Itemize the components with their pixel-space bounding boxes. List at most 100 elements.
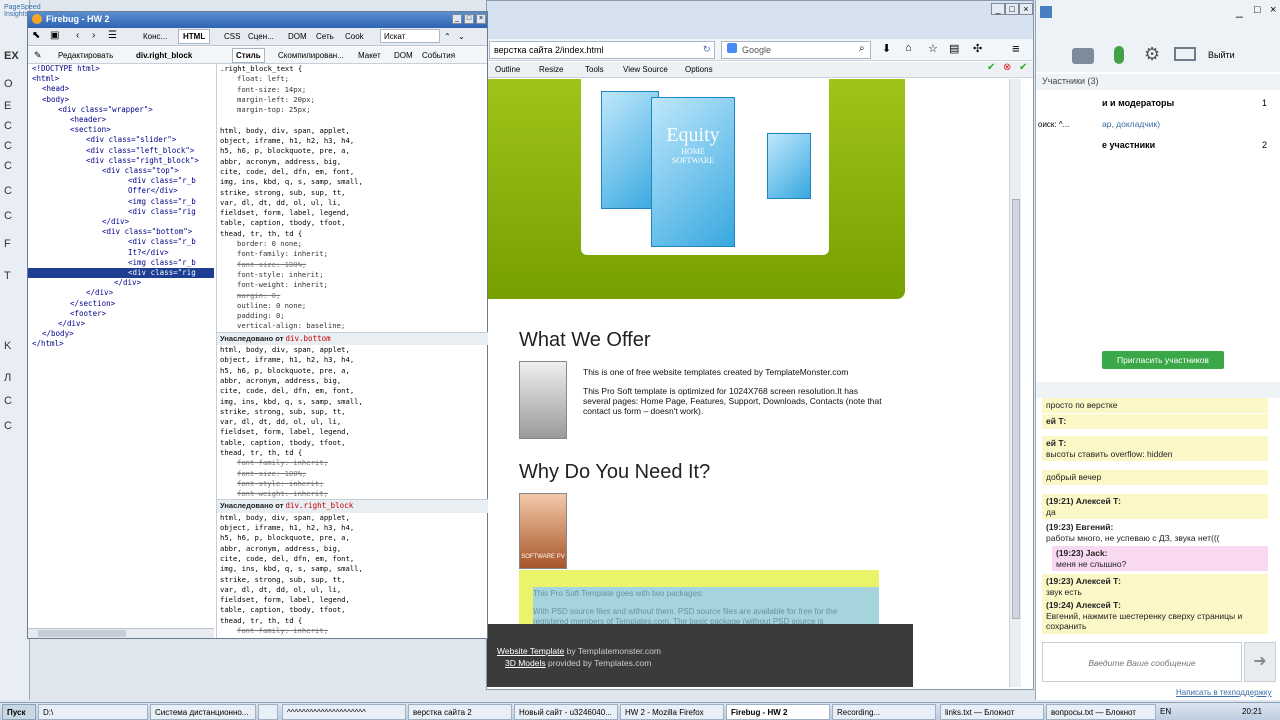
tree-node[interactable]: </section>: [28, 299, 214, 309]
back-icon[interactable]: ‹: [76, 30, 79, 41]
tab-css[interactable]: CSS: [224, 32, 240, 41]
tree-node[interactable]: </body>: [28, 329, 214, 339]
tree-node[interactable]: <div class="bottom">: [28, 227, 214, 237]
search-icon[interactable]: ⌕: [859, 43, 865, 54]
scrollbar-thumb[interactable]: [38, 630, 126, 637]
close-icon[interactable]: ×: [1019, 3, 1033, 15]
taskbar-item[interactable]: верстка сайта 2: [408, 704, 512, 720]
tree-node[interactable]: </div>: [28, 217, 214, 227]
invite-participants-button[interactable]: Пригласить участников: [1102, 351, 1224, 369]
tab-style[interactable]: Стиль: [232, 48, 265, 63]
edit-button[interactable]: Редактировать: [58, 51, 113, 60]
exit-button[interactable]: Выйти: [1208, 50, 1235, 60]
error-icon[interactable]: ⊗: [1003, 62, 1011, 73]
tab-dom[interactable]: DOM: [288, 32, 307, 41]
gear-icon[interactable]: ⚙: [1144, 44, 1160, 65]
tree-node[interactable]: <section>: [28, 125, 214, 135]
taskbar-item[interactable]: [258, 704, 278, 720]
tab-dom-side[interactable]: DOM: [394, 51, 413, 60]
bookmark-star-icon[interactable]: ☆: [928, 42, 938, 55]
tree-node[interactable]: <!DOCTYPE html>: [28, 64, 214, 74]
minimize-icon[interactable]: _: [991, 3, 1005, 15]
download-icon[interactable]: ⬇: [882, 42, 891, 55]
tree-node[interactable]: </html>: [28, 339, 214, 349]
tree-node[interactable]: <div class="rig: [28, 207, 214, 217]
tree-node[interactable]: <div class="wrapper">: [28, 105, 214, 115]
options-menu[interactable]: Options: [685, 65, 713, 74]
forward-icon[interactable]: ›: [92, 30, 95, 41]
tab-html[interactable]: HTML: [178, 29, 211, 44]
tree-node[interactable]: <div class="top">: [28, 166, 214, 176]
taskbar-item[interactable]: ^^^^^^^^^^^^^^^^^^^^^: [282, 704, 406, 720]
filter-input[interactable]: оиск: ^...: [1038, 120, 1088, 129]
chevron-up-icon[interactable]: ⌃: [444, 32, 451, 41]
maximize-icon[interactable]: □: [1005, 3, 1019, 15]
tree-node[interactable]: <div class="left_block">: [28, 146, 214, 156]
tab-computed[interactable]: Скомпилирован...: [278, 51, 344, 60]
language-indicator[interactable]: EN: [1160, 707, 1171, 716]
tree-node[interactable]: <div class="r_b: [28, 237, 214, 247]
taskbar-item[interactable]: links.txt — Блокнот: [940, 704, 1044, 720]
taskbar-item[interactable]: D:\: [38, 704, 148, 720]
tab-cookies[interactable]: Cook: [345, 32, 364, 41]
scrollbar-thumb[interactable]: [1012, 199, 1020, 619]
reload-icon[interactable]: ↻: [703, 44, 711, 55]
minimize-icon[interactable]: _: [1236, 4, 1243, 18]
tree-node[interactable]: </div>: [28, 319, 214, 329]
chevron-down-icon[interactable]: ⌄: [458, 32, 465, 41]
3d-models-link[interactable]: 3D Models: [505, 658, 546, 668]
page-scrollbar[interactable]: [1009, 79, 1021, 687]
list-icon[interactable]: ☰: [108, 30, 117, 41]
close-icon[interactable]: ×: [476, 14, 486, 24]
ok-icon[interactable]: ✔: [1019, 62, 1027, 73]
tab-net[interactable]: Сеть: [316, 32, 334, 41]
minimize-icon[interactable]: _: [452, 14, 462, 24]
taskbar-item[interactable]: HW 2 - Mozilla Firefox: [620, 704, 724, 720]
message-input[interactable]: Введите Ваше сообщение: [1042, 642, 1242, 682]
tree-node[interactable]: </div>: [28, 278, 214, 288]
menu-icon[interactable]: ≡: [1012, 41, 1020, 56]
search-input[interactable]: Искат: [380, 29, 440, 43]
tree-node[interactable]: <div class="slider">: [28, 135, 214, 145]
microphone-icon[interactable]: [1114, 46, 1124, 64]
taskbar-item[interactable]: Новый сайт - u3246040...: [514, 704, 618, 720]
tree-node[interactable]: </div>: [28, 288, 214, 298]
breadcrumb[interactable]: div.right_block: [136, 51, 192, 60]
tree-node[interactable]: <img class="r_b: [28, 197, 214, 207]
tree-node[interactable]: <html>: [28, 74, 214, 84]
tree-hscrollbar[interactable]: [28, 628, 214, 638]
camera-icon[interactable]: [1072, 48, 1094, 64]
tree-node[interactable]: It?</div>: [28, 248, 214, 258]
tree-node[interactable]: <div class="r_b: [28, 176, 214, 186]
tech-support-link[interactable]: Написать в техподдержку: [1176, 688, 1271, 697]
tree-node[interactable]: <img class="r_b: [28, 258, 214, 268]
inspect-icon[interactable]: ⬉: [32, 30, 40, 41]
send-icon[interactable]: ➜: [1244, 642, 1276, 682]
maximize-icon[interactable]: □: [464, 14, 474, 24]
tree-node[interactable]: Offer</div>: [28, 186, 214, 196]
addon-icon[interactable]: ✣: [973, 42, 982, 55]
resize-menu[interactable]: Resize: [539, 65, 563, 74]
maximize-icon[interactable]: □: [1254, 4, 1261, 16]
taskbar-item[interactable]: вопросы.txt — Блокнот: [1046, 704, 1156, 720]
check-icon[interactable]: ✔: [987, 62, 995, 73]
taskbar-item[interactable]: Firebug - HW 2: [726, 704, 830, 720]
tree-node[interactable]: <body>: [28, 95, 214, 105]
tools-menu[interactable]: Tools: [585, 65, 604, 74]
taskbar-item[interactable]: Система дистанционно...: [150, 704, 256, 720]
outline-menu[interactable]: Outline: [495, 65, 520, 74]
tree-node[interactable]: <head>: [28, 84, 214, 94]
inherited-element[interactable]: div.bottom: [285, 334, 330, 343]
screen-icon[interactable]: [1174, 47, 1196, 61]
tree-node[interactable]: <div class="right_block">: [28, 156, 214, 166]
inherited-element[interactable]: div.right_block: [285, 501, 353, 510]
tree-node[interactable]: <footer>: [28, 309, 214, 319]
url-input[interactable]: верстка сайта 2/index.html: [489, 41, 715, 59]
tab-script[interactable]: Сцен...: [248, 32, 274, 41]
role-filter[interactable]: ар, докладчик): [1102, 119, 1160, 129]
tree-node[interactable]: <div class="rig: [28, 268, 214, 279]
tab-events[interactable]: События: [422, 51, 455, 60]
tab-layout[interactable]: Макет: [358, 51, 381, 60]
view-source-menu[interactable]: View Source: [623, 65, 668, 74]
tab-console[interactable]: Конс...: [143, 32, 167, 41]
